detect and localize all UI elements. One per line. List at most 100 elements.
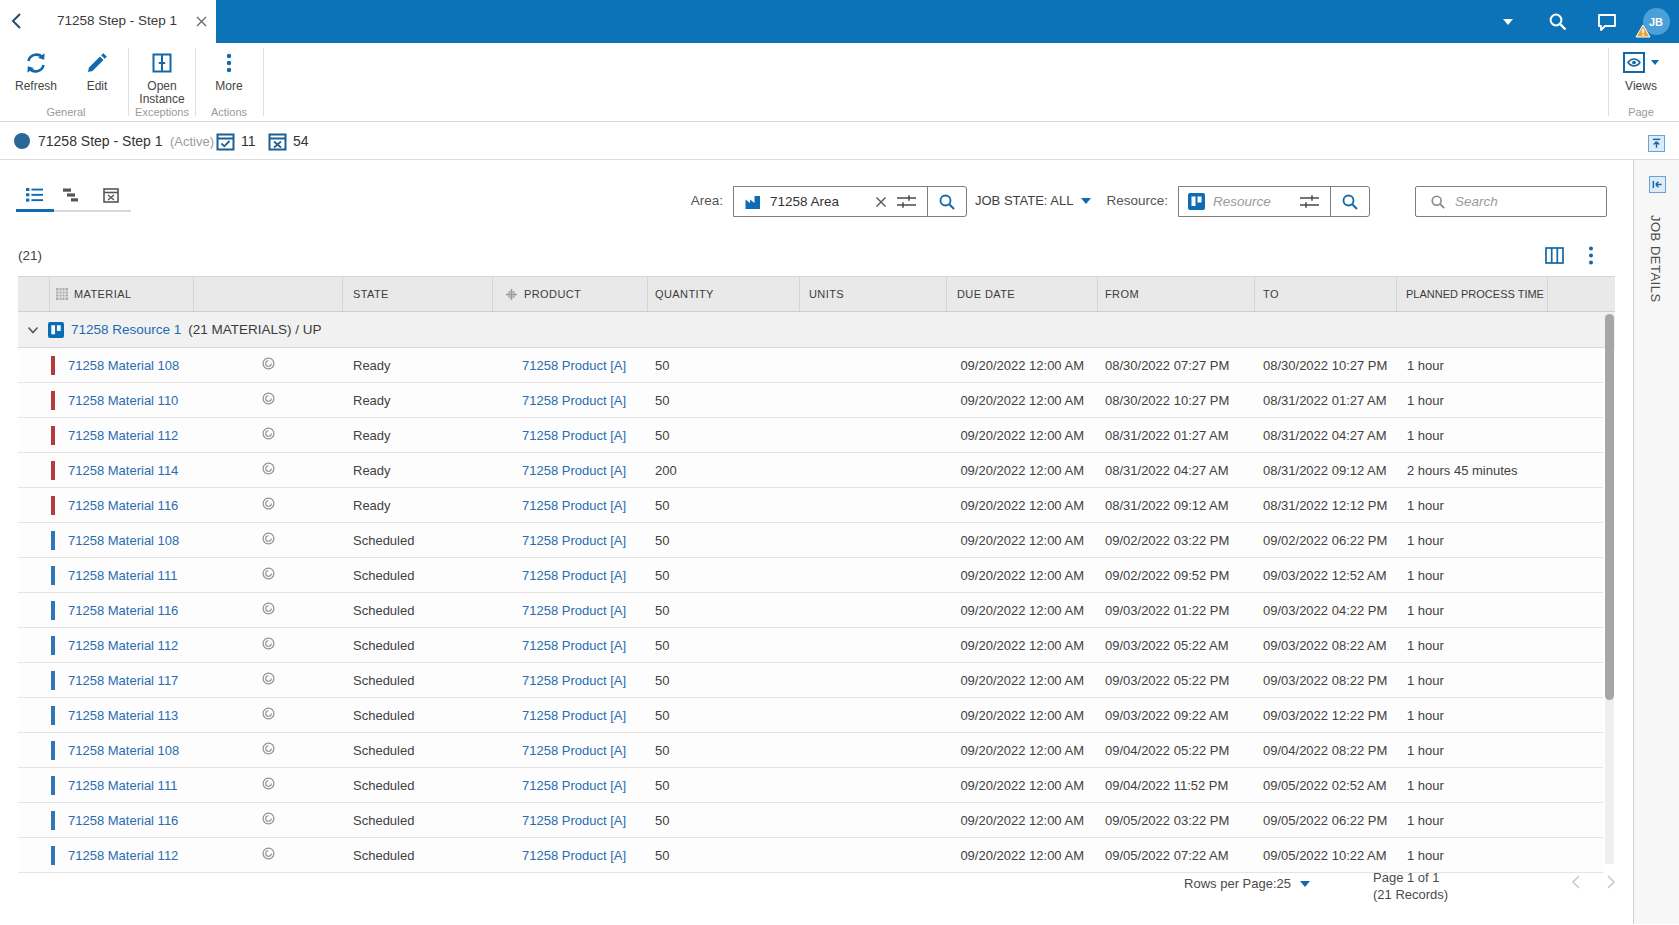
- product-link[interactable]: 71258 Product [A]: [522, 778, 626, 793]
- material-row[interactable]: 71258 Material 116 Ready 71258 Product […: [18, 488, 1603, 523]
- product-link[interactable]: 71258 Product [A]: [522, 463, 626, 478]
- col-header-to[interactable]: TO: [1255, 277, 1397, 311]
- scrollbar-thumb[interactable]: [1605, 314, 1614, 700]
- collapse-panel-icon[interactable]: [1649, 176, 1666, 193]
- lot-icon[interactable]: [261, 776, 276, 794]
- material-link[interactable]: 71258 Material 116: [68, 813, 178, 828]
- rows-per-page[interactable]: Rows per Page:25: [1150, 876, 1310, 891]
- lot-icon[interactable]: [261, 461, 276, 479]
- area-clear-icon[interactable]: [875, 196, 887, 208]
- material-link[interactable]: 71258 Material 108: [68, 743, 179, 758]
- material-row[interactable]: 71258 Material 110 Ready 71258 Product […: [18, 383, 1603, 418]
- product-link[interactable]: 71258 Product [A]: [522, 498, 626, 513]
- product-link[interactable]: 71258 Product [A]: [522, 428, 626, 443]
- col-header-ppt[interactable]: PLANNED PROCESS TIME: [1397, 277, 1548, 311]
- vertical-scrollbar[interactable]: [1605, 314, 1614, 864]
- material-link[interactable]: 71258 Material 112: [68, 428, 178, 443]
- calendar-check-icon[interactable]: [216, 132, 235, 155]
- job-details-tab[interactable]: JOB DETAILS: [1648, 215, 1663, 303]
- material-link[interactable]: 71258 Material 108: [68, 358, 179, 373]
- material-link[interactable]: 71258 Material 117: [68, 673, 178, 688]
- material-row[interactable]: 71258 Material 116 Scheduled 71258 Produ…: [18, 803, 1603, 838]
- col-header-from[interactable]: FROM: [1098, 277, 1255, 311]
- material-link[interactable]: 71258 Material 112: [68, 848, 178, 863]
- col-header-state[interactable]: STATE: [343, 277, 493, 311]
- product-link[interactable]: 71258 Product [A]: [522, 638, 626, 653]
- area-filter-box[interactable]: 71258 Area: [733, 186, 967, 217]
- more-button[interactable]: More: [201, 49, 257, 93]
- material-row[interactable]: 71258 Material 112 Ready 71258 Product […: [18, 418, 1603, 453]
- lot-icon[interactable]: [261, 846, 276, 864]
- job-state-filter[interactable]: JOB STATE: ALL: [975, 193, 1091, 208]
- product-link[interactable]: 71258 Product [A]: [522, 533, 626, 548]
- product-link[interactable]: 71258 Product [A]: [522, 708, 626, 723]
- material-row[interactable]: 71258 Material 116 Scheduled 71258 Produ…: [18, 593, 1603, 628]
- material-link[interactable]: 71258 Material 116: [68, 603, 178, 618]
- material-link[interactable]: 71258 Material 111: [68, 568, 177, 583]
- material-row[interactable]: 71258 Material 111 Scheduled 71258 Produ…: [18, 558, 1603, 593]
- prev-page-icon[interactable]: [1570, 874, 1581, 894]
- topbar-dropdown-caret-icon[interactable]: [1497, 0, 1519, 43]
- topbar-search-icon[interactable]: [1545, 0, 1571, 43]
- lot-icon[interactable]: [261, 811, 276, 829]
- resource-filter-box[interactable]: Resource: [1178, 186, 1370, 217]
- material-link[interactable]: 71258 Material 114: [68, 463, 178, 478]
- material-link[interactable]: 71258 Material 116: [68, 498, 178, 513]
- resource-search-button[interactable]: [1330, 187, 1369, 216]
- material-link[interactable]: 71258 Material 111: [68, 778, 177, 793]
- material-row[interactable]: 71258 Material 108 Scheduled 71258 Produ…: [18, 733, 1603, 768]
- material-link[interactable]: 71258 Material 112: [68, 638, 178, 653]
- material-link[interactable]: 71258 Material 108: [68, 533, 179, 548]
- gantt-view-tab[interactable]: [62, 187, 79, 207]
- material-row[interactable]: 71258 Material 112 Scheduled 71258 Produ…: [18, 628, 1603, 663]
- next-page-icon[interactable]: [1606, 874, 1617, 894]
- product-link[interactable]: 71258 Product [A]: [522, 568, 626, 583]
- calendar-view-tab[interactable]: [103, 187, 119, 207]
- area-filter-icon[interactable]: [896, 194, 917, 209]
- lot-icon[interactable]: [261, 741, 276, 759]
- area-search-button[interactable]: [927, 187, 966, 216]
- col-header-material[interactable]: MATERIAL: [50, 277, 194, 311]
- col-header-units[interactable]: UNITS: [800, 277, 947, 311]
- active-tab[interactable]: 71258 Step - Step 1: [0, 0, 216, 43]
- search-box[interactable]: Search: [1415, 186, 1607, 217]
- product-link[interactable]: 71258 Product [A]: [522, 358, 626, 373]
- maximize-icon[interactable]: [1648, 135, 1665, 152]
- calendar-x-icon[interactable]: [268, 132, 287, 155]
- material-row[interactable]: 71258 Material 111 Scheduled 71258 Produ…: [18, 768, 1603, 803]
- chevron-down-icon[interactable]: [26, 323, 40, 337]
- product-link[interactable]: 71258 Product [A]: [522, 848, 626, 863]
- product-link[interactable]: 71258 Product [A]: [522, 743, 626, 758]
- lot-icon[interactable]: [261, 496, 276, 514]
- material-row[interactable]: 71258 Material 108 Ready 71258 Product […: [18, 348, 1603, 383]
- tab-close-icon[interactable]: [195, 14, 208, 32]
- material-row[interactable]: 71258 Material 108 Scheduled 71258 Produ…: [18, 523, 1603, 558]
- columns-icon[interactable]: [1545, 247, 1564, 268]
- col-header-due-date[interactable]: DUE DATE: [947, 277, 1098, 311]
- back-icon[interactable]: [10, 12, 22, 34]
- grid-more-icon[interactable]: [1587, 246, 1595, 269]
- lot-icon[interactable]: [261, 531, 276, 549]
- lot-icon[interactable]: [261, 391, 276, 409]
- product-link[interactable]: 71258 Product [A]: [522, 393, 626, 408]
- resource-group-row[interactable]: 71258 Resource 1 (21 MATERIALS) / UP: [18, 312, 1615, 348]
- search-placeholder[interactable]: Search: [1455, 194, 1498, 209]
- lot-icon[interactable]: [261, 636, 276, 654]
- resource-placeholder[interactable]: Resource: [1213, 194, 1299, 209]
- col-header-quantity[interactable]: QUANTITY: [648, 277, 800, 311]
- area-value[interactable]: 71258 Area: [770, 194, 875, 209]
- material-row[interactable]: 71258 Material 113 Scheduled 71258 Produ…: [18, 698, 1603, 733]
- open-instance-button[interactable]: OpenInstance: [131, 49, 193, 106]
- material-row[interactable]: 71258 Material 114 Ready 71258 Product […: [18, 453, 1603, 488]
- chat-icon[interactable]: [1594, 0, 1620, 43]
- group-resource-name[interactable]: 71258 Resource 1: [71, 322, 181, 337]
- lot-icon[interactable]: [261, 426, 276, 444]
- material-link[interactable]: 71258 Material 110: [68, 393, 178, 408]
- material-row[interactable]: 71258 Material 112 Scheduled 71258 Produ…: [18, 838, 1603, 873]
- views-button[interactable]: Views: [1615, 49, 1667, 93]
- resource-filter-icon[interactable]: [1299, 194, 1320, 209]
- col-header-product[interactable]: PRODUCT: [493, 277, 648, 311]
- lot-icon[interactable]: [261, 671, 276, 689]
- product-link[interactable]: 71258 Product [A]: [522, 603, 626, 618]
- material-row[interactable]: 71258 Material 117 Scheduled 71258 Produ…: [18, 663, 1603, 698]
